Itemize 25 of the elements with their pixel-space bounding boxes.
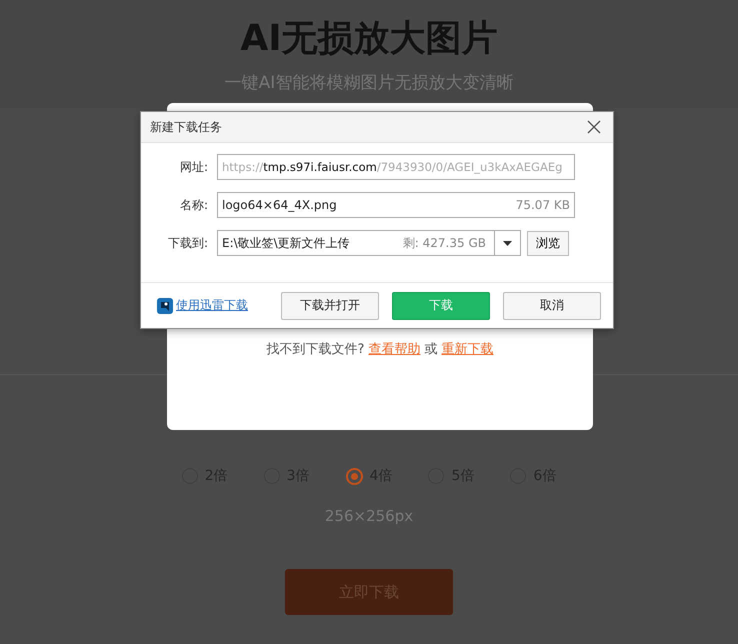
close-icon[interactable] (587, 120, 601, 134)
name-label: 名称: (178, 196, 209, 214)
redownload-link[interactable]: 重新下载 (441, 342, 494, 357)
dialog-button[interactable]: 下载并打开 (281, 292, 379, 320)
dropdown-button[interactable] (495, 230, 521, 256)
free-space: 剩: 427.35 GB (402, 234, 486, 252)
url-part: /7943930/0/AGEI_u3kAxAEGAEg (376, 160, 562, 174)
url-part: https:// (222, 160, 264, 174)
browse-button[interactable]: 浏览 (527, 230, 569, 256)
caret-icon (503, 240, 512, 246)
save-label: 下载到: (166, 234, 209, 252)
help-link[interactable]: 查看帮助 (368, 342, 420, 357)
prompt-text: 找不到下载文件? (266, 342, 364, 357)
dialog-button[interactable]: 下载 (392, 292, 490, 320)
url-field[interactable]: https://tmp.s97i.faiusr.com/7943930/0/AGEI_u3kAxAEGAEg (217, 154, 575, 180)
url-label: 网址: (178, 158, 209, 176)
filename-field[interactable]: logo64×64_4X.png 75.07 KB (217, 192, 575, 218)
save-path-field[interactable]: E:\敬业签\更新文件上传 剩: 427.35 GB (217, 230, 495, 256)
file-size: 75.07 KB (516, 198, 570, 212)
dialog-title: 新建下载任务 (150, 118, 222, 136)
or-text: 或 (424, 342, 438, 357)
thunder-download-link[interactable]: 使用迅雷下载 (176, 297, 248, 314)
dialog-button[interactable]: 取消 (503, 292, 601, 320)
url-part: tmp.s97i.faiusr.com (263, 160, 377, 174)
bird-icon (157, 298, 173, 314)
